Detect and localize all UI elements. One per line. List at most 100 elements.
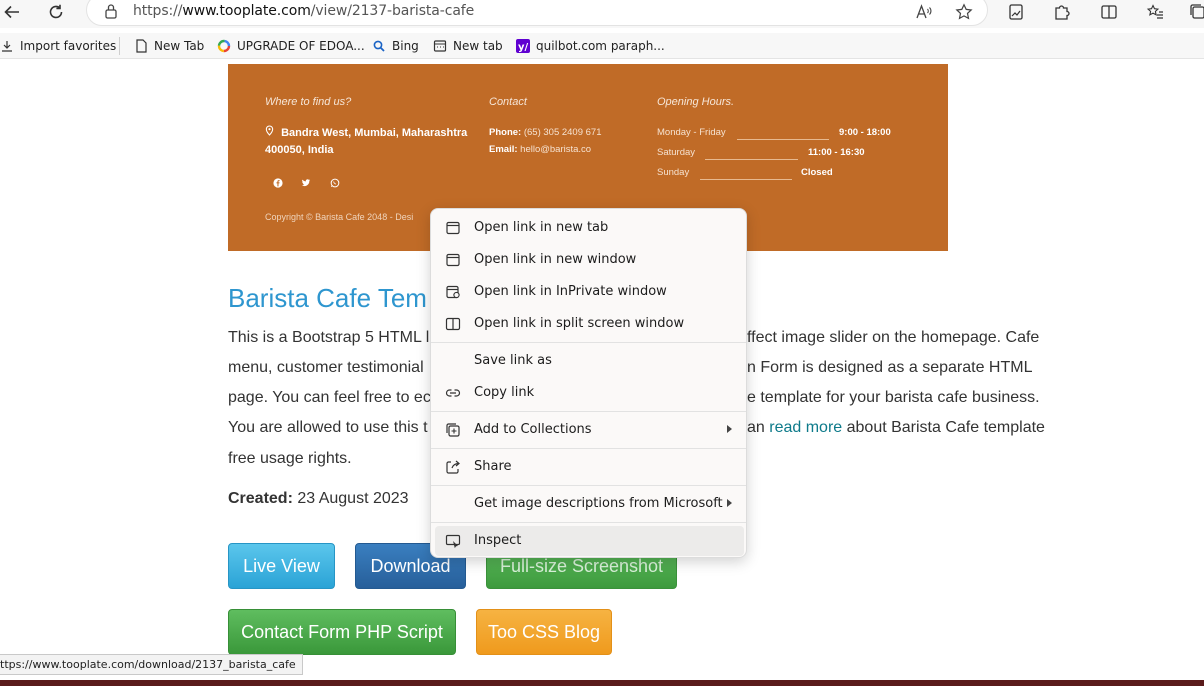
desc-line-1b: ffect image slider on the homepage. Cafe [747,329,1040,346]
menu-separator [431,411,746,412]
desc-line-2a: menu, customer testimonial [228,359,424,376]
image-extension-icon[interactable] [1004,1,1028,23]
desc-line-4a: You are allowed to use this t [228,419,428,436]
hours-day-weekday: Monday - Friday [657,127,726,138]
submenu-arrow-icon [727,425,732,433]
read-aloud-icon[interactable] [912,1,936,23]
submenu-arrow-icon [727,499,732,507]
menu-label: Get image descriptions from Microsoft [474,496,723,511]
address: Bandra West, Mumbai, Maharashtra 400050,… [265,125,467,159]
new-tab-icon [445,220,461,236]
copyright-text: Copyright © Barista Cafe 2048 - Desi [265,212,414,222]
menu-separator [431,342,746,343]
desc-line-3b: e template for your barista cafe busines… [747,389,1040,406]
search-icon [372,39,386,53]
favorite-quillbot[interactable]: y/ quilbot.com paraph... [516,37,665,55]
favorite-bing[interactable]: Bing [372,37,419,55]
menu-open-new-tab[interactable]: Open link in new tab [435,213,744,243]
menu-label: Add to Collections [474,422,592,437]
import-icon [0,39,14,53]
split-screen-icon [445,316,461,332]
url-prefix: https:// [133,3,183,19]
link-status-url: ttps://www.tooplate.com/download/2137_ba… [0,654,303,675]
extensions-puzzle-icon[interactable] [1050,1,1074,23]
favorite-label: quilbot.com paraph... [536,39,665,53]
read-more-link[interactable]: read more [769,419,842,436]
menu-separator [431,448,746,449]
menu-separator [431,522,746,523]
desc-suffix: about Barista Cafe template [842,419,1045,436]
favorite-new-tab-2[interactable]: New tab [433,37,503,55]
menu-save-link-as[interactable]: Save link as [435,346,744,376]
css-blog-button[interactable]: Too CSS Blog [476,609,612,655]
menu-image-descriptions[interactable]: Get image descriptions from Microsoft [435,489,744,519]
collections-icon[interactable] [1186,1,1204,23]
url-path: /view/2137-barista-cafe [310,3,475,19]
menu-label: Share [474,459,512,474]
menu-add-to-collections[interactable]: Add to Collections [435,415,744,445]
address-line2: 400050, India [265,144,334,156]
hours-divider [705,159,798,160]
menu-open-inprivate[interactable]: Open link in InPrivate window [435,277,744,307]
created-value: 23 August 2023 [292,490,409,507]
calendar-tab-icon [433,39,447,53]
live-view-button[interactable]: Live View [228,543,335,589]
email-label: Email: [489,144,518,155]
phone-value: (65) 305 2409 671 [523,127,602,138]
created-label: Created: [228,490,293,507]
contact-form-button[interactable]: Contact Form PHP Script [228,609,456,655]
menu-label: Open link in new window [474,252,637,267]
hours-heading: Opening Hours. [657,96,735,108]
menu-label: Inspect [474,533,522,548]
hours-day-sunday: Sunday [657,167,690,178]
hours-time-weekday: 9:00 - 18:00 [839,127,891,138]
favorite-label: Bing [392,39,419,53]
where-heading: Where to find us? [265,96,352,108]
favorites-list-icon[interactable] [1143,1,1167,23]
menu-open-new-window[interactable]: Open link in new window [435,245,744,275]
email-value: hello@barista.co [520,144,592,155]
svg-text:y/: y/ [518,42,529,53]
phone-label: Phone: [489,127,522,138]
desc-line-5: free usage rights. [228,450,352,467]
hours-divider [737,139,829,140]
context-menu: Open link in new tab Open link in new wi… [430,208,747,558]
twitter-icon [299,176,313,190]
url-host: www.tooplate.com [182,3,311,19]
url-text[interactable]: https://www.tooplate.com/view/2137-baris… [133,3,474,19]
page-icon [134,39,148,53]
menu-inspect[interactable]: Inspect [435,526,744,556]
favorites-divider [119,37,120,55]
favorite-star-icon[interactable] [952,1,976,23]
lock-icon[interactable] [104,2,118,20]
split-screen-icon[interactable] [1097,1,1121,23]
menu-open-split-screen[interactable]: Open link in split screen window [435,309,744,339]
favorite-new-tab[interactable]: New Tab [134,37,204,55]
menu-share[interactable]: Share [435,452,744,482]
inprivate-window-icon [445,284,461,300]
desc-line-4b: an read more about Barista Cafe template [747,418,1045,438]
menu-copy-link[interactable]: Copy link [435,378,744,408]
taskbar-strip [0,680,1204,686]
browser-toolbar: https://www.tooplate.com/view/2137-baris… [0,0,1204,28]
favorite-label: UPGRADE OF EDOA... [237,39,365,53]
favorite-upgrade[interactable]: UPGRADE OF EDOA... [217,37,365,55]
menu-label: Save link as [474,353,552,368]
collections-icon [445,422,461,438]
favorite-import[interactable]: Import favorites [0,37,116,55]
favorite-label: New tab [453,39,503,53]
menu-separator [431,485,746,486]
menu-label: Open link in new tab [474,220,609,235]
refresh-icon[interactable] [44,1,68,23]
inspect-icon [445,533,461,549]
email-line: Email: hello@barista.co [489,144,591,155]
share-icon [445,459,461,475]
location-pin-icon [265,125,274,139]
hours-time-sunday: Closed [801,167,833,178]
colorful-ring-icon [217,39,231,53]
menu-label: Copy link [474,385,535,400]
contact-heading: Contact [489,96,527,108]
phone-line: Phone: (65) 305 2409 671 [489,127,602,138]
back-arrow-icon[interactable] [0,1,24,23]
desc-line-3a: page. You can feel free to ec [228,389,431,406]
